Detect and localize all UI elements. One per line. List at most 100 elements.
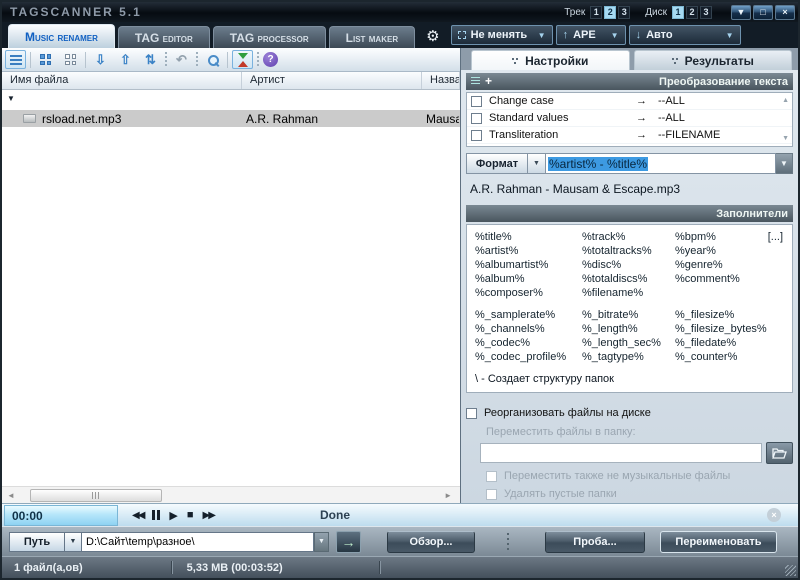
standard-values-checkbox[interactable] <box>471 113 482 124</box>
tab-music-renamer[interactable]: Music renamer <box>8 24 115 48</box>
scroll-right-icon[interactable]: ► <box>439 491 457 500</box>
placeholder-link[interactable]: %genre% <box>675 259 784 271</box>
placeholder-link[interactable]: %title% <box>475 231 582 243</box>
placeholder-link[interactable]: %_length% <box>582 323 675 335</box>
placeholder-link[interactable]: %_channels% <box>475 323 582 335</box>
column-title[interactable]: Назван <box>422 72 460 89</box>
stop-icon[interactable]: ■ <box>187 509 194 521</box>
go-button[interactable]: → <box>336 531 361 553</box>
disc-2-button[interactable]: 2 <box>686 6 698 19</box>
placeholder-link[interactable]: %_samplerate% <box>475 309 582 321</box>
case-change-combo[interactable]: Не менять ▼ <box>451 25 553 45</box>
resize-grip[interactable] <box>785 565 796 576</box>
play-icon[interactable]: ▶ <box>169 509 177 522</box>
move-up-icon[interactable]: ⇧ <box>115 50 136 69</box>
group-collapse-icon[interactable]: ▼ <box>7 94 15 103</box>
pause-icon[interactable] <box>152 510 160 520</box>
placeholder-link[interactable]: %album% <box>475 273 582 285</box>
next-track-icon[interactable]: ▶▶ <box>203 510 214 521</box>
more-placeholders-link[interactable]: [...] <box>768 231 783 243</box>
placeholder-link[interactable]: %disc% <box>582 259 675 271</box>
view-list-icon[interactable] <box>5 50 26 69</box>
placeholder-link[interactable]: %albumartist% <box>475 259 582 271</box>
close-icon[interactable]: × <box>775 5 795 20</box>
scrollbar-thumb[interactable] <box>30 489 162 502</box>
view-grid-icon[interactable] <box>35 50 56 69</box>
placeholder-link[interactable]: %_filedate% <box>675 337 784 349</box>
column-filename[interactable]: Имя файла <box>2 72 242 89</box>
gear-icon[interactable]: ⚙ <box>426 27 439 45</box>
placeholder-link[interactable]: %artist% <box>475 245 582 257</box>
placeholder-link[interactable]: %comment% <box>675 273 784 285</box>
delete-empty-checkbox[interactable] <box>486 489 497 500</box>
help-icon[interactable]: ? <box>263 52 278 67</box>
add-icon[interactable]: + <box>485 77 492 86</box>
minimize-icon[interactable]: ▼ <box>731 5 751 20</box>
format-button[interactable]: Формат <box>466 153 528 174</box>
tab-list-maker[interactable]: List maker <box>329 26 415 48</box>
placeholder-link[interactable]: %_counter% <box>675 351 784 363</box>
track-3-button[interactable]: 3 <box>618 6 630 19</box>
tag-write-combo[interactable]: ↓ Авто ▼ <box>629 25 741 45</box>
horizontal-scrollbar[interactable]: ◄ ► <box>2 486 460 503</box>
browse-button[interactable]: Обзор... <box>387 531 475 553</box>
placeholder-link[interactable]: %totaltracks% <box>582 245 675 257</box>
browse-folder-button[interactable] <box>766 442 793 464</box>
placeholder-link[interactable]: %_tagtype% <box>582 351 675 363</box>
placeholder-link[interactable]: %_filesize% <box>675 309 784 321</box>
format-presets-icon[interactable]: ▼ <box>528 153 546 174</box>
table-row[interactable]: rsload.net.mp3 A.R. Rahman Mausam <box>2 110 460 127</box>
scroll-down-icon[interactable]: ▼ <box>782 135 789 142</box>
placeholder-link[interactable]: %_filesize_bytes% <box>675 323 784 335</box>
filter-sort-icon[interactable] <box>232 50 253 69</box>
change-case-checkbox[interactable] <box>471 96 482 107</box>
disc-3-button[interactable]: 3 <box>700 6 712 19</box>
placeholder-link[interactable]: %_codec% <box>475 337 582 349</box>
placeholder-link[interactable]: %composer% <box>475 287 582 299</box>
disc-1-button[interactable]: 1 <box>672 6 684 19</box>
format-history-icon[interactable]: ▼ <box>776 153 793 174</box>
tab-tag-processor[interactable]: TAG processor <box>213 26 326 48</box>
test-button[interactable]: Проба... <box>545 531 645 553</box>
placeholder-link[interactable]: %filename% <box>582 287 675 299</box>
scroll-left-icon[interactable]: ◄ <box>2 491 20 500</box>
list-icon[interactable] <box>471 77 480 86</box>
placeholder-link[interactable]: %totaldiscs% <box>582 273 675 285</box>
format-input[interactable]: %artist% - %title% <box>546 153 776 174</box>
reorganize-checkbox[interactable] <box>466 408 477 419</box>
maximize-icon[interactable]: □ <box>753 5 773 20</box>
placeholder-link[interactable]: %year% <box>675 245 784 257</box>
tab-settings[interactable]: Настройки <box>471 50 630 70</box>
placeholder-link[interactable]: %track% <box>582 231 675 243</box>
tag-read-combo[interactable]: ↑ APE ▼ <box>556 25 626 45</box>
transliteration-checkbox[interactable] <box>471 130 482 141</box>
search-icon[interactable] <box>202 50 223 69</box>
move-folder-input[interactable] <box>480 443 762 463</box>
previous-track-icon[interactable]: ◀◀ <box>132 510 143 521</box>
undo-icon[interactable]: ↶ <box>171 50 192 69</box>
rename-button[interactable]: Переименовать <box>660 531 777 553</box>
move-down-icon[interactable]: ⇩ <box>90 50 111 69</box>
track-1-button[interactable]: 1 <box>590 6 602 19</box>
path-history-icon[interactable]: ▼ <box>314 532 329 552</box>
move-nonmusic-checkbox[interactable] <box>486 471 497 482</box>
path-input[interactable] <box>82 532 314 552</box>
sort-icon[interactable]: ⇅ <box>140 50 161 69</box>
tab-results[interactable]: Результаты <box>634 50 793 70</box>
path-mode-dropdown-icon[interactable]: ▼ <box>65 532 82 552</box>
list-item[interactable]: Change case → --ALL <box>467 93 792 110</box>
column-artist[interactable]: Артист <box>242 72 422 89</box>
track-2-button[interactable]: 2 <box>604 6 616 19</box>
placeholder-link[interactable]: %_bitrate% <box>582 309 675 321</box>
list-item[interactable]: Transliteration → --FILENAME <box>467 127 792 144</box>
path-mode-button[interactable]: Путь <box>9 532 65 552</box>
tab-tag-editor[interactable]: TAG editor <box>118 26 210 48</box>
scroll-up-icon[interactable]: ▲ <box>782 97 789 104</box>
placeholder-link[interactable]: %_codec_profile% <box>475 351 582 363</box>
view-grid-outline-icon[interactable] <box>60 50 81 69</box>
tag-placeholders-grid: %title% %track% %bpm% %artist% %totaltra… <box>475 231 784 299</box>
player-close-icon[interactable]: × <box>767 508 781 522</box>
file-list[interactable]: ▼ rsload.net.mp3 A.R. Rahman Mausam <box>2 90 460 486</box>
list-item[interactable]: Standard values → --ALL <box>467 110 792 127</box>
placeholder-link[interactable]: %_length_sec% <box>582 337 675 349</box>
